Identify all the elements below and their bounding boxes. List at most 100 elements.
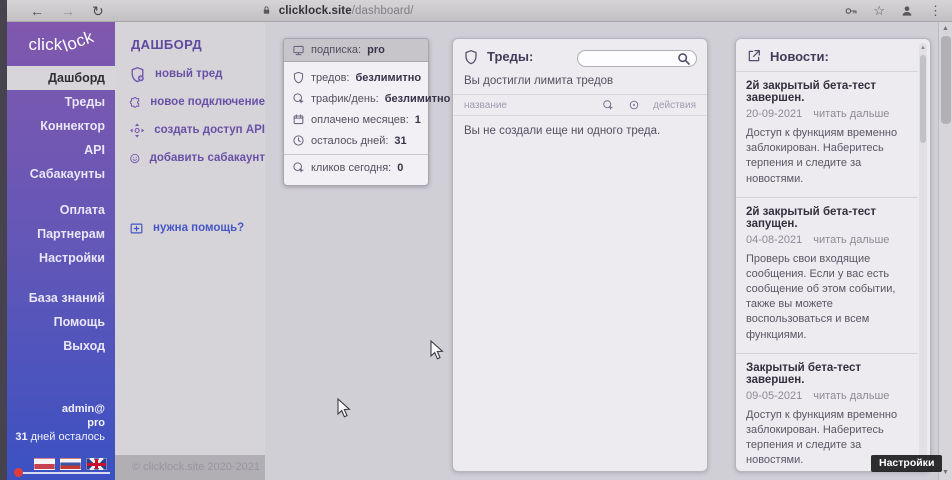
news-item-body: Проверь свои входящие сообщения. Если у … [746, 252, 918, 343]
sidebar: clicklock Дашборд Треды Коннектор API Са… [7, 22, 115, 480]
shield-icon [292, 71, 305, 84]
read-more-link[interactable]: читать дальше [813, 108, 889, 120]
sidebar-item-logout[interactable]: Выход [7, 334, 115, 358]
reload-icon[interactable]: ↻ [92, 4, 104, 18]
help-plus-icon [129, 221, 144, 236]
poland-flag-icon[interactable] [34, 458, 55, 470]
subscription-header: подписка: pro [284, 39, 428, 62]
sidebar-item-payment[interactable]: Оплата [7, 198, 115, 222]
page-scrollbar-thumb[interactable] [941, 36, 951, 124]
read-more-link[interactable]: читать дальше [813, 390, 889, 402]
clicks-today-row: кликов сегодня: 0 [284, 157, 428, 181]
news-item-title: 2й закрытый бета-тест запущен. [746, 206, 918, 230]
need-help-link[interactable]: нужна помощь? [129, 214, 265, 242]
dashboard-menu-panel: ДАШБОРД новый тред новое подключение соз… [115, 22, 265, 480]
mouse-cursor [430, 340, 444, 362]
add-subaccount-button[interactable]: добавить сабакаунт [129, 144, 265, 172]
mouse-cursor [337, 398, 351, 420]
news-panel: Новости: 2й закрытый бета-тест завершен.… [735, 38, 931, 472]
monitor-icon [292, 44, 305, 57]
address-bar[interactable]: clicklock.site/dashboard/ [261, 5, 414, 17]
sidebar-item-knowledge-base[interactable]: База знаний [7, 286, 115, 310]
create-api-access-label: создать доступ API [154, 124, 265, 136]
new-connection-label: новое подключение [150, 96, 265, 108]
clicks-column-icon [602, 99, 614, 111]
scroll-up-icon[interactable]: ▲ [939, 22, 952, 36]
news-item: 2й закрытый бета-тест завершен. 20-09-20… [736, 71, 918, 197]
sidebar-item-subaccounts[interactable]: Сабакаунты [7, 162, 115, 186]
threads-header: Треды: [453, 39, 707, 72]
sidebar-item-api[interactable]: API [7, 138, 115, 162]
create-api-access-button[interactable]: создать доступ API [129, 116, 265, 144]
shield-icon [463, 49, 479, 65]
bookmark-star-icon[interactable]: ☆ [873, 3, 885, 19]
video-progress-line [22, 472, 110, 474]
sidebar-item-connector[interactable]: Коннектор [7, 114, 115, 138]
puzzle-icon [129, 94, 141, 111]
page-scrollbar[interactable]: ▲ ▼ [938, 22, 952, 480]
browser-toolbar: ← → ↻ clicklock.site/dashboard/ ☆ ⋮ [0, 0, 952, 22]
clicklock-logo: clicklock [7, 22, 115, 58]
account-email: admin@ [15, 402, 105, 416]
sidebar-item-partners[interactable]: Партнерам [7, 222, 115, 246]
news-scrollbar-thumb[interactable] [920, 55, 926, 143]
subscription-rows: тредов: безлимитно трафик/день: безлимит… [284, 62, 428, 185]
face-icon [129, 150, 141, 167]
threads-search [577, 48, 697, 65]
profile-icon[interactable] [900, 4, 914, 18]
move-arrows-icon [129, 122, 145, 139]
sidebar-nav: Дашборд Треды Коннектор API Сабакаунты О… [7, 66, 115, 358]
sidebar-item-help[interactable]: Помощь [7, 310, 115, 334]
scroll-up-icon[interactable]: ▲ [919, 43, 927, 53]
account-days-left: 31 дней осталось [15, 430, 105, 444]
sidebar-item-settings[interactable]: Настройки [7, 246, 115, 270]
threads-table-header: название действия [453, 94, 707, 116]
key-icon[interactable] [844, 4, 858, 18]
news-scrollbar[interactable]: ▲ [919, 43, 927, 467]
browser-menu-icon[interactable]: ⋮ [929, 3, 942, 19]
threads-title: Треды: [487, 49, 533, 64]
traffic-per-day-row: трафик/день: безлимитно [284, 88, 428, 109]
new-thread-button[interactable]: новый тред [129, 60, 265, 88]
threads-limit-row: тредов: безлимитно [284, 67, 428, 88]
new-connection-button[interactable]: новое подключение [129, 88, 265, 116]
settings-tooltip[interactable]: Настройки [871, 455, 942, 472]
subscription-label: подписка: [311, 44, 361, 56]
quick-actions: новый тред новое подключение создать дос… [115, 60, 265, 172]
uk-flag-icon[interactable] [86, 458, 107, 470]
external-link-icon [746, 48, 762, 64]
read-more-link[interactable]: читать дальше [813, 234, 889, 246]
card-divider [284, 154, 428, 155]
sidebar-item-threads[interactable]: Треды [7, 90, 115, 114]
news-item: 2й закрытый бета-тест запущен. 04-08-202… [736, 197, 918, 353]
new-thread-label: новый тред [155, 68, 222, 80]
russia-flag-icon[interactable] [60, 458, 81, 470]
actions-column-header: действия [653, 100, 696, 111]
news-list: 2й закрытый бета-тест завершен. 20-09-20… [736, 71, 918, 472]
account-info: admin@ pro 31 дней осталось [15, 402, 105, 444]
days-left-row: осталось дней: 31 [284, 130, 428, 151]
news-header: Новости: [736, 39, 930, 71]
url-text[interactable]: clicklock.site/dashboard/ [279, 5, 414, 17]
calendar-icon [292, 113, 305, 126]
name-column-header: название [464, 100, 602, 111]
sidebar-item-dashboard[interactable]: Дашборд [7, 66, 115, 90]
window-edge [0, 0, 7, 480]
forward-icon[interactable]: → [61, 4, 75, 18]
news-item-date: 04-08-2021 [746, 234, 802, 246]
click-icon [292, 161, 305, 174]
account-plan: pro [15, 416, 105, 430]
threads-limit-notice: Вы достигли лимита тредов [453, 72, 707, 94]
video-scrubber-dot[interactable] [14, 468, 23, 477]
threads-empty-message: Вы не создали еще ни одного треда. [453, 116, 707, 146]
copyright: © clicklock.site 2020-2021 [115, 455, 265, 480]
lock-icon [261, 5, 272, 16]
subscription-plan-value: pro [367, 44, 385, 56]
back-icon[interactable]: ← [30, 4, 44, 18]
news-item-date: 20-09-2021 [746, 108, 802, 120]
news-title: Новости: [770, 49, 829, 64]
clock-icon [292, 134, 305, 147]
news-item-title: Закрытый бета-тест завершен. [746, 362, 918, 386]
news-item-title: 2й закрытый бета-тест завершен. [746, 80, 918, 104]
subscription-card: подписка: pro тредов: безлимитно трафик/… [283, 38, 429, 186]
